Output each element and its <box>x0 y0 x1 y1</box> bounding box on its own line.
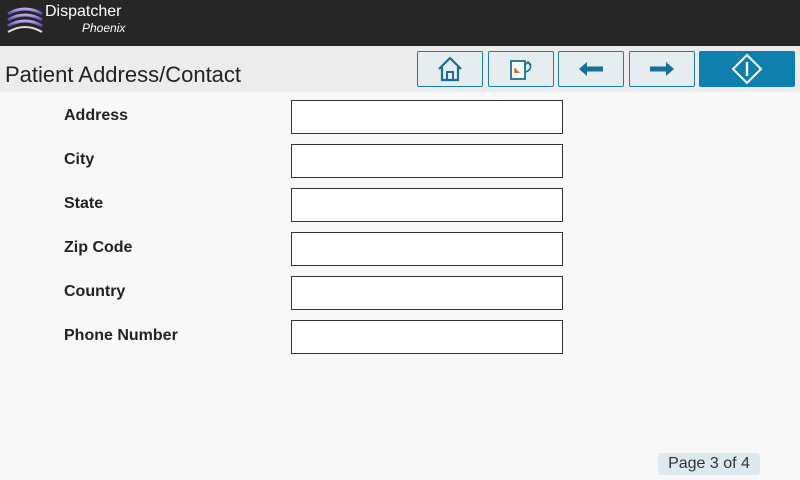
address-label: Address <box>64 107 129 124</box>
next-button[interactable] <box>629 51 695 87</box>
back-button[interactable] <box>558 51 624 87</box>
job-return-button[interactable] <box>488 51 554 87</box>
brand-subtitle: Phoenix <box>82 21 126 35</box>
dispatcher-logo-icon <box>7 7 43 33</box>
page-title: Patient Address/Contact <box>5 62 242 87</box>
city-field[interactable] <box>291 144 563 178</box>
brand-name: Dispatcher <box>45 3 122 20</box>
top-bar: Dispatcher Phoenix <box>0 0 800 46</box>
address-field[interactable] <box>291 100 563 134</box>
zip-code-label: Zip Code <box>64 239 133 256</box>
phone-number-label: Phone Number <box>64 327 178 344</box>
city-label: City <box>64 151 95 168</box>
document-return-icon <box>510 60 532 80</box>
zip-code-field[interactable] <box>291 232 563 266</box>
country-label: Country <box>64 283 126 300</box>
home-button[interactable] <box>417 51 483 87</box>
state-label: State <box>64 195 104 212</box>
start-diamond-icon <box>731 53 763 85</box>
state-field[interactable] <box>291 188 563 222</box>
start-button[interactable] <box>699 51 795 87</box>
home-icon <box>438 56 462 82</box>
arrow-left-icon <box>579 62 603 76</box>
page-indicator: Page 3 of 4 <box>658 453 760 475</box>
country-field[interactable] <box>291 276 563 310</box>
phone-number-field[interactable] <box>291 320 563 354</box>
arrow-right-icon <box>650 62 674 76</box>
